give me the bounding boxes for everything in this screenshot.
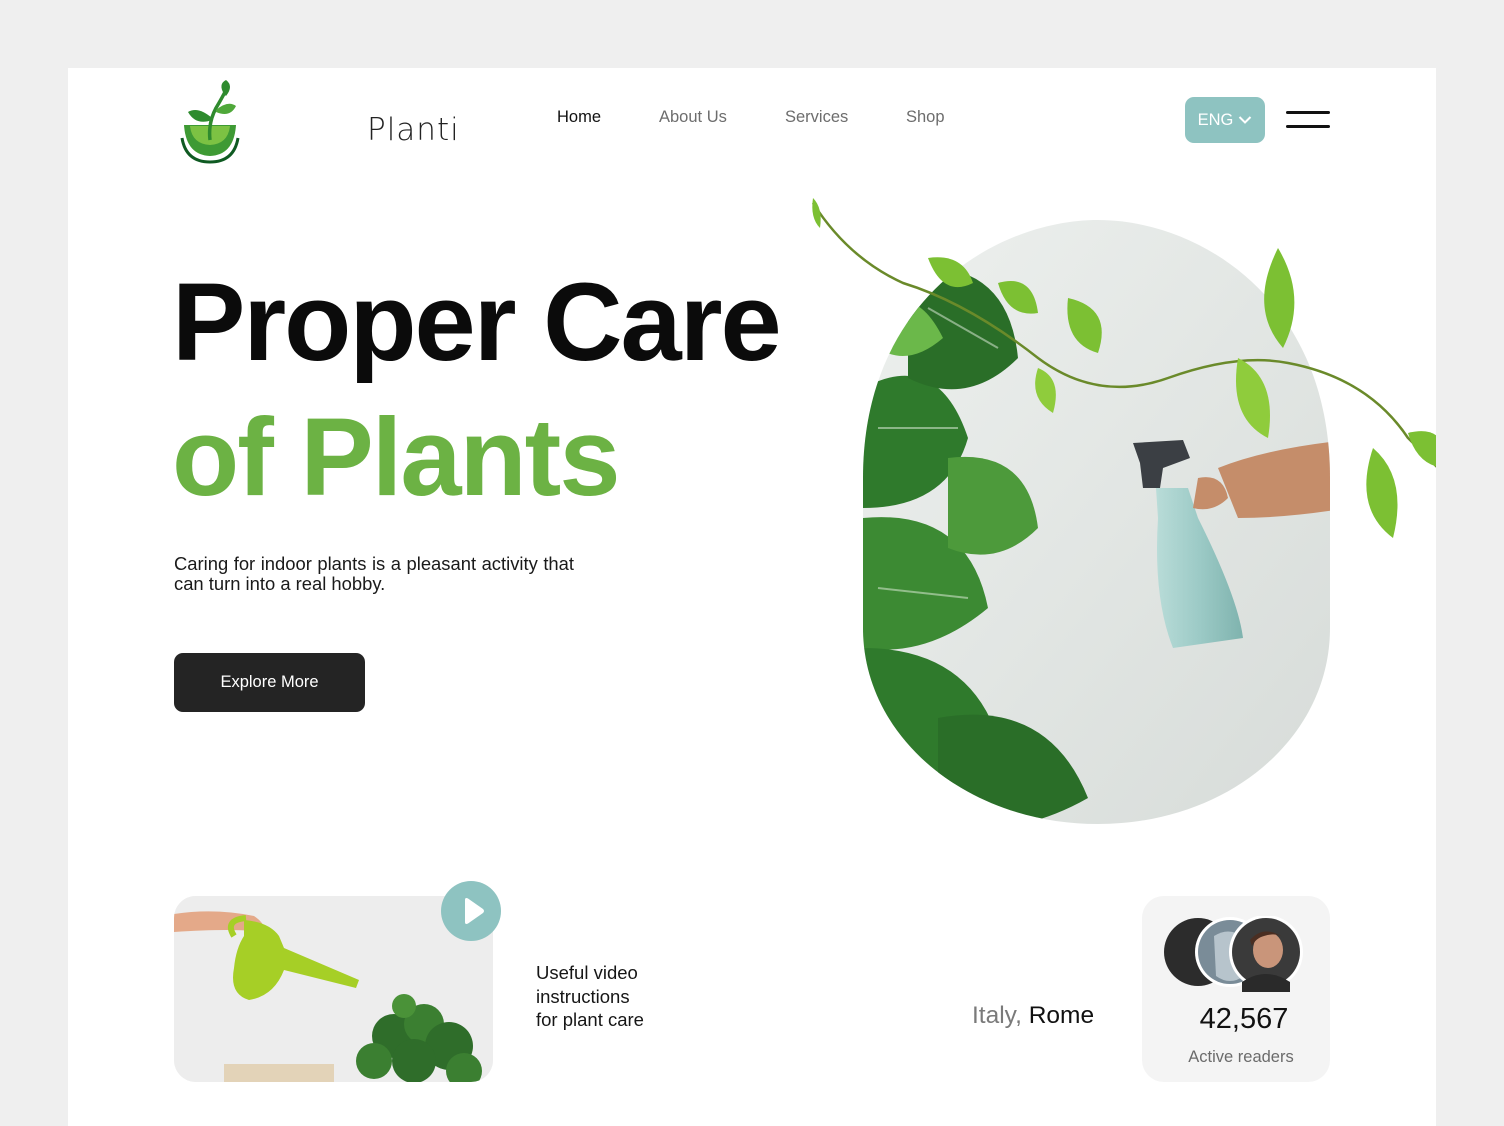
video-caption: Useful video instructions for plant care [536, 961, 696, 1032]
menu-line-bottom [1286, 125, 1330, 128]
play-icon [465, 898, 484, 924]
location-city: Rome [1028, 1002, 1095, 1029]
brand-name: Planti [367, 112, 460, 148]
readers-card: 42,567 Active readers [1142, 896, 1330, 1082]
menu-line-top [1286, 111, 1330, 114]
language-selector[interactable]: ENG [1185, 97, 1265, 143]
hero-title-line1: Proper Care [172, 261, 782, 384]
language-label: ENG [1197, 110, 1234, 129]
video-caption-line-1: Useful video [536, 962, 638, 983]
nav-about-us[interactable]: About Us [659, 108, 727, 127]
explore-more-button[interactable]: Explore More [174, 653, 365, 712]
hero-title-line2: of Plants [172, 396, 620, 519]
location-country: Italy, [972, 1002, 1022, 1029]
hero-description: Caring for indoor plants is a pleasant a… [174, 553, 574, 594]
nav-shop[interactable]: Shop [906, 108, 945, 127]
sprout-bowl-logo-icon [180, 80, 240, 164]
hero-plant-image [811, 198, 1436, 824]
location: Italy, Rome [972, 1002, 1094, 1030]
video-caption-line-2: instructions [536, 985, 630, 1007]
nav-services[interactable]: Services [785, 108, 848, 127]
avatar-group [1164, 916, 1303, 992]
readers-label: Active readers [1188, 1048, 1294, 1066]
play-button[interactable] [441, 881, 501, 941]
brand-logo[interactable]: Planti [178, 78, 459, 168]
nav-home[interactable]: Home [557, 108, 601, 127]
video-caption-line-3: for plant care [536, 1009, 644, 1030]
menu-icon[interactable] [1284, 108, 1332, 132]
chevron-down-icon [1239, 116, 1252, 124]
page: Planti Home About Us Services Shop ENG P… [68, 68, 1436, 1126]
readers-count: 42,567 [1199, 1003, 1289, 1035]
